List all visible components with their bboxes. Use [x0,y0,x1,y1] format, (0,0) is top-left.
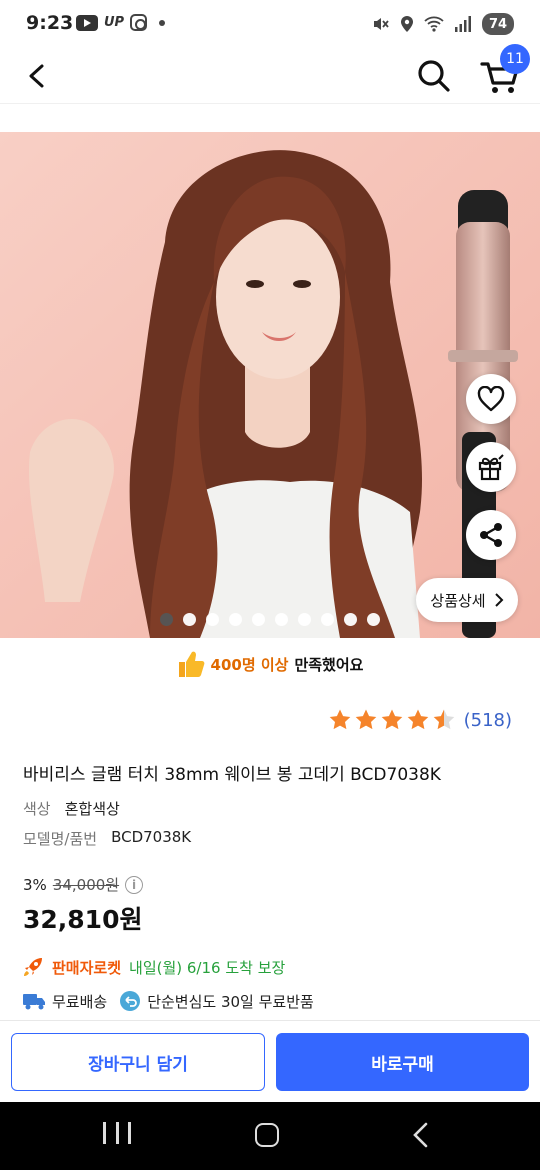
pagination-dot[interactable] [344,613,357,626]
delivery-date: 내일(월) 6/16 도착 보장 [129,958,286,977]
star-icon [433,709,454,730]
product-title: 바비리스 글램 터치 38mm 웨이브 봉 고데기 BCD7038K [23,765,441,785]
system-back-button[interactable] [407,1120,435,1150]
pagination-dot[interactable] [160,613,173,626]
search-button[interactable] [414,56,454,96]
pagination-dot[interactable] [252,613,265,626]
rating[interactable]: (518) [328,708,512,732]
location-icon [401,16,413,32]
return-icon [120,991,141,1011]
product-page: 9:23 UP 74 11 상품상세 400명 이상 만족했어요 (518) 바… [0,0,540,1170]
share-button[interactable] [466,510,516,560]
info-icon[interactable]: i [125,875,144,894]
cart-count-badge: 11 [500,44,530,74]
pagination-dot[interactable] [298,613,311,626]
pagination-dot[interactable] [275,613,288,626]
status-bar: 9:23 UP 74 [0,0,540,50]
product-photo [0,132,540,638]
price-meta: 3% 34,000원 i [23,874,144,895]
free-shipping-text: 무료배송 [52,992,108,1011]
recent-apps-button[interactable] [103,1122,131,1148]
option-value: 혼합색상 [64,800,120,818]
gallery-pagination [0,613,540,626]
purchase-bar: 장바구니 담기 바로구매 [0,1020,540,1102]
pagination-dot[interactable] [206,613,219,626]
search-icon [418,60,450,92]
thumbs-up-icon [178,651,204,677]
rocket-icon [24,958,42,976]
gift-icon [478,454,504,481]
up-icon: UP [104,15,125,30]
product-image-gallery[interactable]: 상품상세 [0,132,540,638]
product-detail-label: 상품상세 [430,591,486,610]
pagination-dot[interactable] [321,613,334,626]
share-icon [480,523,502,547]
option-value: BCD7038K [111,828,192,846]
sale-price: 32,810원 [23,905,143,934]
wishlist-button[interactable] [466,374,516,424]
star-icon [407,709,428,730]
star-icon [329,709,350,730]
discount-rate: 3% [23,875,47,894]
option-model: 모델명/품번 BCD7038K [23,828,191,849]
star-icon [381,709,402,730]
status-time: 9:23 [26,12,74,34]
instagram-icon [130,14,148,31]
wifi-icon [424,16,444,32]
add-to-cart-button[interactable]: 장바구니 담기 [11,1033,265,1091]
option-color: 색상 혼합색상 [23,798,120,819]
free-return-text: 단순변심도 30일 무료반품 [147,992,314,1011]
review-count[interactable]: (518) [464,710,512,731]
mute-icon [374,18,389,30]
youtube-icon [76,14,98,31]
pagination-dot[interactable] [229,613,242,626]
satisfaction-highlight: 400명 이상 [210,655,289,674]
rocket-label: 판매자로켓 [52,958,122,977]
battery-icon: 74 [482,13,514,35]
truck-icon [23,994,45,1010]
top-nav [0,50,540,104]
satisfaction-banner: 400명 이상 만족했어요 [0,644,540,684]
pagination-dot[interactable] [367,613,380,626]
option-label: 모델명/품번 [23,830,98,848]
back-button[interactable] [20,58,56,94]
star-icon [355,709,376,730]
heart-icon [477,386,505,412]
rocket-delivery: 판매자로켓 내일(월) 6/16 도착 보장 [22,956,285,978]
dot-icon [159,19,166,26]
home-button[interactable] [255,1123,279,1147]
system-nav-bar [0,1102,540,1170]
chevron-left-icon [29,64,44,88]
status-right-icons: 74 [372,13,514,35]
pagination-dot[interactable] [183,613,196,626]
gift-button[interactable] [466,442,516,492]
original-price: 34,000원 [52,876,120,894]
option-label: 색상 [23,800,51,818]
status-left-icons: UP [76,14,166,31]
satisfaction-text: 만족했어요 [294,655,364,674]
buy-now-button[interactable]: 바로구매 [276,1033,529,1091]
rating-stars [328,708,456,732]
signal-icon [455,16,471,32]
chevron-right-icon [494,593,504,607]
shipping-info: 무료배송 단순변심도 30일 무료반품 [22,990,314,1012]
